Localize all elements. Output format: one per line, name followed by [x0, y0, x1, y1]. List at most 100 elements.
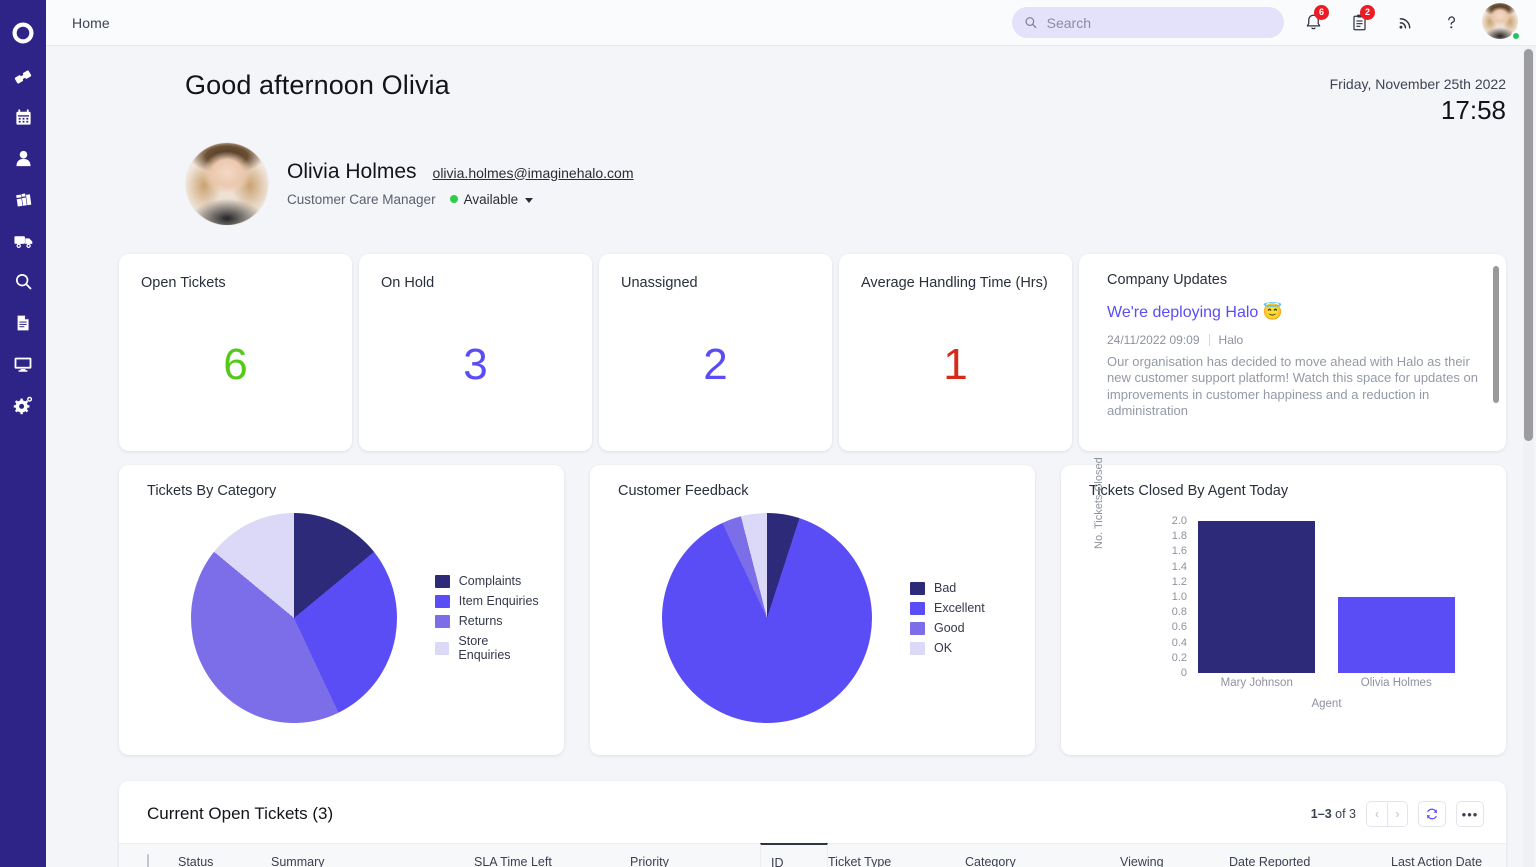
breadcrumb[interactable]: Home [72, 15, 110, 31]
charts-row: Tickets By Category Complaints Item Enqui… [46, 451, 1536, 755]
legend-item[interactable]: Excellent [910, 601, 985, 615]
divider [1209, 334, 1210, 346]
legend-swatch-icon [435, 615, 450, 628]
datetime-block: Friday, November 25th 2022 17:58 [1330, 70, 1506, 126]
column-header-ticket-type[interactable]: Ticket Type [828, 855, 965, 867]
sidebar-item-config[interactable] [0, 384, 46, 425]
pager-total: of 3 [1335, 807, 1356, 821]
company-update-body: Our organisation has decided to move ahe… [1107, 354, 1484, 420]
y-tick-label: 1.6 [1141, 545, 1187, 557]
sidebar-item-assets[interactable] [0, 179, 46, 220]
legend-label: Good [934, 621, 965, 635]
kpi-title: Average Handling Time (Hrs) [861, 274, 1050, 292]
scrollbar-thumb[interactable] [1493, 266, 1499, 403]
legend-item[interactable]: Store Enquiries [435, 634, 542, 662]
company-updates-scrollbar[interactable] [1493, 266, 1499, 441]
legend-item[interactable]: Item Enquiries [435, 594, 542, 608]
legend-swatch-icon [435, 642, 450, 655]
page-content: Good afternoon Olivia Friday, November 2… [46, 46, 1536, 867]
legend-swatch-icon [910, 602, 925, 615]
y-tick-label: 2.0 [1141, 515, 1187, 527]
sidebar-logo[interactable] [0, 10, 46, 56]
column-header-last-action-date[interactable]: Last Action Date [1391, 855, 1506, 867]
column-header-date-reported[interactable]: Date Reported [1229, 855, 1391, 867]
profile-photo[interactable] [185, 142, 269, 226]
legend-label: Excellent [934, 601, 985, 615]
rss-icon [1396, 13, 1415, 32]
ellipsis-icon: ••• [1462, 807, 1479, 822]
notifications-button[interactable]: 6 [1290, 0, 1336, 46]
pager-buttons: ‹ › [1366, 801, 1408, 827]
column-header-viewing[interactable]: Viewing [1120, 855, 1229, 867]
search-box[interactable] [1012, 7, 1284, 38]
sidebar-item-reports[interactable] [0, 302, 46, 343]
kpi-title: On Hold [381, 274, 570, 292]
y-tick-label: 0.2 [1141, 652, 1187, 664]
sidebar-item-search[interactable] [0, 261, 46, 302]
kpi-card-open-tickets[interactable]: Open Tickets 6 [119, 254, 352, 451]
pager-next-button[interactable]: › [1387, 802, 1407, 826]
legend-item[interactable]: OK [910, 641, 985, 655]
search-icon [14, 272, 33, 291]
kpi-card-on-hold[interactable]: On Hold 3 [359, 254, 592, 451]
legend-item[interactable]: Good [910, 621, 985, 635]
refresh-button[interactable] [1418, 801, 1446, 827]
pie-chart-customer-feedback[interactable] [662, 513, 872, 723]
bar[interactable] [1338, 597, 1455, 673]
bar-chart-tickets-closed-by-agent[interactable]: No. Tickets Closed 2.01.81.61.41.21.00.8… [1089, 499, 1484, 737]
bar-column[interactable] [1198, 521, 1315, 673]
help-button[interactable] [1428, 0, 1474, 46]
bar-column[interactable] [1338, 521, 1455, 673]
top-bar: Home 6 [46, 0, 1536, 46]
sidebar-item-calendar[interactable] [0, 97, 46, 138]
more-options-button[interactable]: ••• [1456, 801, 1484, 827]
legend-label: OK [934, 641, 952, 655]
legend-swatch-icon [910, 622, 925, 635]
question-mark-icon [1442, 13, 1461, 32]
column-header-sla-time-left[interactable]: SLA Time Left [474, 855, 630, 867]
availability-dropdown[interactable]: Available [450, 192, 534, 207]
column-header-category[interactable]: Category [965, 855, 1120, 867]
legend-swatch-icon [910, 642, 925, 655]
page-scrollbar[interactable] [1523, 47, 1534, 867]
legend-item[interactable]: Complaints [435, 574, 542, 588]
sidebar-item-users[interactable] [0, 138, 46, 179]
column-header-id[interactable]: ID [760, 843, 828, 867]
legend-item[interactable]: Returns [435, 614, 542, 628]
sidebar-item-tickets[interactable] [0, 56, 46, 97]
pager-status: 1–3 of 3 [1311, 807, 1356, 821]
chevron-down-icon [525, 198, 533, 203]
profile-email-link[interactable]: olivia.holmes@imaginehalo.com [433, 165, 634, 181]
bar-chart-x-axis-label: Agent [1187, 698, 1466, 710]
profile-name: Olivia Holmes [287, 160, 417, 184]
user-avatar-button[interactable] [1482, 3, 1522, 43]
column-header-status[interactable]: Status [178, 855, 271, 867]
bar[interactable] [1198, 521, 1315, 673]
pie-chart-tickets-by-category[interactable] [191, 513, 397, 723]
column-header-summary[interactable]: Summary [271, 855, 474, 867]
search-input[interactable] [1047, 15, 1272, 31]
kpi-title: Open Tickets [141, 274, 330, 292]
legend-item[interactable]: Bad [910, 581, 985, 595]
tasks-badge: 2 [1360, 5, 1375, 20]
chart-title: Tickets Closed By Agent Today [1089, 483, 1484, 499]
table-column-headers: Status Summary SLA Time Left Priority ID… [119, 843, 1506, 867]
availability-label: Available [464, 192, 519, 207]
sidebar-item-devices[interactable] [0, 343, 46, 384]
chart-title: Tickets By Category [147, 483, 542, 499]
pager-prev-button[interactable]: ‹ [1367, 802, 1387, 826]
kpi-card-average-handling-time[interactable]: Average Handling Time (Hrs) 1 [839, 254, 1072, 451]
select-all-checkbox[interactable] [147, 854, 149, 867]
app-root: Home 6 [0, 0, 1536, 867]
legend-label: Item Enquiries [459, 594, 539, 608]
y-tick-label: 0.8 [1141, 606, 1187, 618]
kpi-card-unassigned[interactable]: Unassigned 2 [599, 254, 832, 451]
y-tick-label: 0.4 [1141, 637, 1187, 649]
tasks-button[interactable]: 2 [1336, 0, 1382, 46]
feed-button[interactable] [1382, 0, 1428, 46]
column-header-priority[interactable]: Priority [630, 855, 770, 867]
profile-role: Customer Care Manager [287, 192, 436, 207]
company-update-headline[interactable]: We're deploying Halo 😇 [1107, 302, 1484, 322]
sidebar-item-deliveries[interactable] [0, 220, 46, 261]
scrollbar-thumb[interactable] [1524, 49, 1533, 441]
